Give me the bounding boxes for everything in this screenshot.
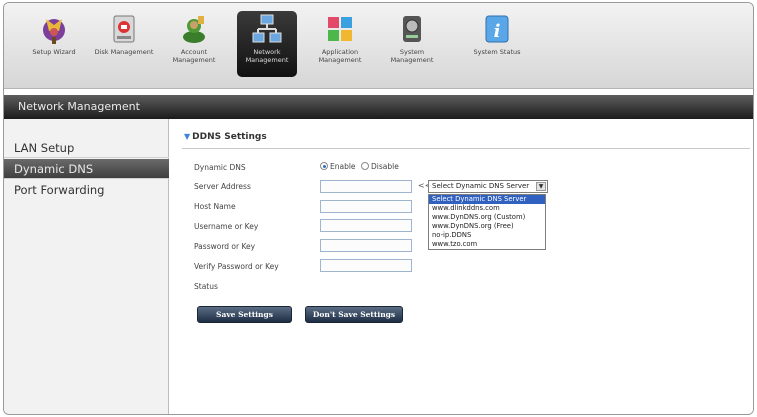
tool-system-status[interactable]: i System Status (461, 11, 533, 77)
dropdown-option[interactable]: www.DynDNS.org (Free) (429, 222, 545, 231)
tool-network-management[interactable]: Network Management (237, 11, 297, 77)
disk-icon (107, 13, 141, 45)
tool-account-management[interactable]: Account Management (164, 11, 224, 77)
network-icon (250, 13, 284, 45)
ddns-section-header[interactable]: ▼ DDNS Settings (184, 132, 267, 142)
sidebar: LAN Setup Dynamic DNS Port Forwarding (4, 119, 169, 414)
label-verify-password: Verify Password or Key (194, 262, 279, 271)
radio-enable[interactable]: Enable (320, 162, 356, 171)
radio-dot-selected[interactable] (320, 162, 328, 170)
server-address-input[interactable] (320, 180, 412, 193)
dropdown-option[interactable]: no-ip.DDNS (429, 231, 545, 240)
label-host-name: Host Name (194, 202, 236, 211)
tool-label: Setup Wizard (32, 48, 76, 56)
tool-label: Account Management (172, 48, 216, 64)
section-title: DDNS Settings (192, 132, 267, 142)
dont-save-settings-button[interactable]: Don't Save Settings (305, 306, 403, 323)
tool-system-management[interactable]: System Management (382, 11, 442, 77)
application-icon (323, 13, 357, 45)
system-icon (395, 13, 429, 45)
section-title-bar: Network Management (4, 95, 753, 119)
app-window: Setup Wizard Disk Management Account Man… (3, 2, 754, 415)
sidebar-item-lan-setup[interactable]: LAN Setup (4, 138, 169, 158)
label-password: Password or Key (194, 242, 256, 251)
dns-server-select[interactable]: Select Dynamic DNS Server ▼ (428, 180, 548, 193)
password-input[interactable] (320, 239, 412, 252)
dropdown-option[interactable]: www.tzo.com (429, 240, 545, 249)
host-name-input[interactable] (320, 200, 412, 213)
radio-disable-label: Disable (371, 162, 399, 171)
dropdown-option[interactable]: www.DynDNS.org (Custom) (429, 213, 545, 222)
radio-dot[interactable] (361, 162, 369, 170)
page-title: Network Management (18, 100, 140, 113)
tool-setup-wizard[interactable]: Setup Wizard (24, 11, 84, 77)
tool-label: Disk Management (94, 48, 154, 56)
account-icon (177, 13, 211, 45)
section-divider (182, 148, 750, 149)
main-toolbar: Setup Wizard Disk Management Account Man… (4, 3, 753, 89)
dropdown-option[interactable]: Select Dynamic DNS Server (429, 195, 545, 204)
label-status: Status (194, 282, 218, 291)
info-icon: i (480, 13, 514, 45)
username-input[interactable] (320, 219, 412, 232)
sidebar-item-dynamic-dns[interactable]: Dynamic DNS (4, 159, 169, 179)
radio-enable-label: Enable (330, 162, 356, 171)
radio-disable[interactable]: Disable (361, 162, 399, 171)
label-dynamic-dns: Dynamic DNS (194, 163, 246, 172)
select-value: Select Dynamic DNS Server (432, 182, 530, 190)
label-server-address: Server Address (194, 182, 251, 191)
dns-server-dropdown-list: Select Dynamic DNS Server www.dlinkddns.… (428, 194, 546, 250)
collapse-triangle-icon[interactable]: ▼ (184, 132, 190, 141)
tool-label: System Management (390, 48, 434, 64)
chevron-down-icon[interactable]: ▼ (536, 182, 546, 191)
tool-label: Network Management (245, 48, 289, 64)
sidebar-item-port-forwarding[interactable]: Port Forwarding (4, 180, 169, 200)
verify-password-input[interactable] (320, 259, 412, 272)
tool-label: Application Management (318, 48, 362, 64)
label-username: Username or Key (194, 222, 259, 231)
tool-application-management[interactable]: Application Management (310, 11, 370, 77)
save-settings-button[interactable]: Save Settings (197, 306, 292, 323)
svg-text:i: i (494, 21, 501, 42)
wizard-icon (37, 13, 71, 45)
tool-label: System Status (473, 48, 521, 56)
main-content: ▼ DDNS Settings Dynamic DNS Enable Disabl… (170, 119, 753, 414)
dropdown-option[interactable]: www.dlinkddns.com (429, 204, 545, 213)
tool-disk-management[interactable]: Disk Management (94, 11, 154, 77)
